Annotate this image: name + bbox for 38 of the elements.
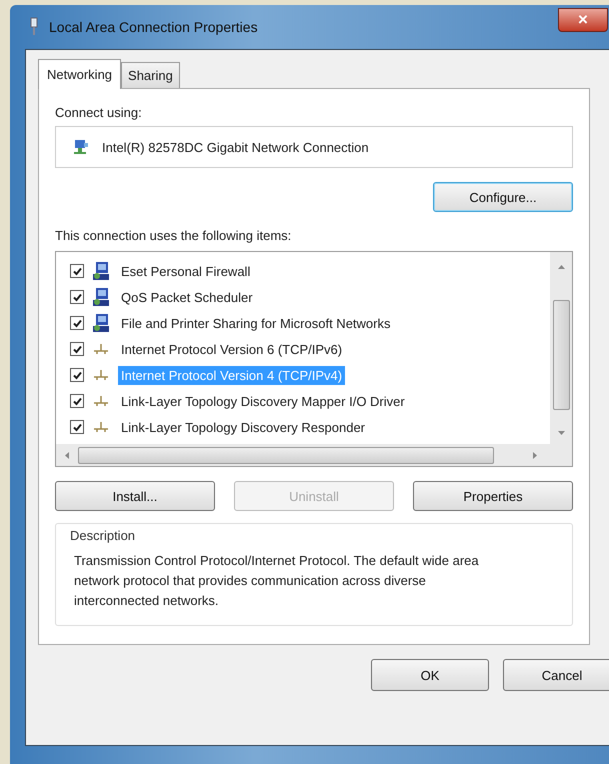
description-text: Transmission Control Protocol/Internet Protocol. The default wide area network protocol that provides communication across diverse interconnected networks. <box>74 552 480 610</box>
item-label[interactable]: Internet Protocol Version 6 (TCP/IPv6) <box>118 340 346 358</box>
item-label[interactable]: Link-Layer Topology Discovery Mapper I/O Driver <box>118 392 408 410</box>
checkbox[interactable] <box>70 368 84 382</box>
item-label[interactable]: Link-Layer Topology Discovery Responder <box>118 418 368 436</box>
items-label: This connection uses the following items: <box>55 228 292 243</box>
item-label[interactable]: Eset Personal Firewall <box>118 262 254 280</box>
connect-using-label: Connect using: <box>55 105 143 120</box>
item-label[interactable]: QoS Packet Scheduler <box>118 288 256 306</box>
horizontal-scrollbar[interactable] <box>56 444 572 466</box>
dialog-button[interactable]: Cancel <box>503 659 609 691</box>
computer-icon <box>92 287 110 307</box>
tab[interactable]: Sharing <box>121 62 180 88</box>
checkbox[interactable] <box>70 342 84 356</box>
computer-icon <box>92 313 110 333</box>
description-title: Description <box>70 528 136 543</box>
scroll-thumb[interactable] <box>78 446 494 464</box>
checkbox[interactable] <box>70 290 84 304</box>
network-adapter-icon <box>72 138 90 156</box>
scroll-up-icon[interactable] <box>556 264 566 270</box>
tab[interactable]: Networking <box>38 59 122 89</box>
scroll-right-icon[interactable] <box>532 450 538 460</box>
checkbox[interactable] <box>70 316 84 330</box>
item-label[interactable]: File and Printer Sharing for Microsoft Networks <box>118 314 394 332</box>
scroll-down-icon[interactable] <box>556 430 566 436</box>
item-action-button[interactable]: Properties <box>413 481 573 511</box>
window-title: Local Area Connection Properties <box>49 19 259 35</box>
scroll-thumb[interactable] <box>552 300 570 410</box>
dialog-button[interactable]: OK <box>371 659 489 691</box>
scroll-left-icon[interactable] <box>64 450 70 460</box>
vertical-scrollbar[interactable] <box>550 252 572 444</box>
adapter-name: Intel(R) 82578DC Gigabit Network Connection <box>102 140 369 154</box>
checkbox[interactable] <box>70 420 84 434</box>
item-action-button[interactable]: Install... <box>55 481 215 511</box>
checkbox[interactable] <box>70 394 84 408</box>
checkbox[interactable] <box>70 264 84 278</box>
computer-icon <box>92 261 110 281</box>
configure-button[interactable]: Configure... <box>433 182 573 212</box>
